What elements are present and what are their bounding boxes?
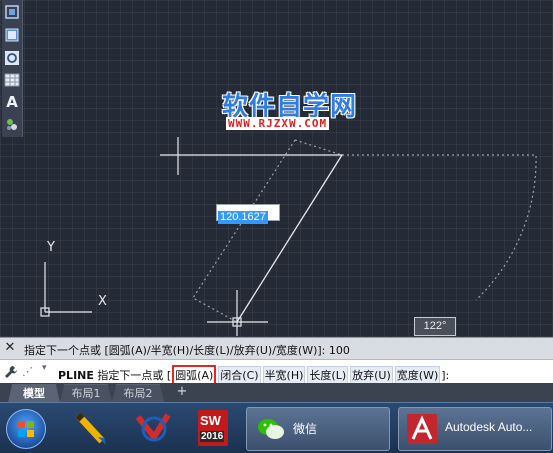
option-close[interactable]: 闭合(C) <box>218 366 261 384</box>
dynamic-input-field[interactable]: 120.1627 <box>216 204 280 224</box>
taskbar: SW 2016 微信 Autodesk Auto... <box>0 402 553 453</box>
command-line-text: PLINE 指定下一点或 [圆弧(A) 闭合(C) 半宽(H) 长度(L) 放弃(U) 宽… <box>58 365 449 385</box>
add-layout-button[interactable]: + <box>174 385 190 399</box>
tab-layout1[interactable]: 布局1 <box>60 384 112 403</box>
solidworks-icon[interactable]: SW 2016 <box>190 407 236 449</box>
table-icon[interactable] <box>4 72 20 88</box>
wechat-icon <box>258 419 284 439</box>
drawing-canvas[interactable]: Y X A 软件自学网 WWW.RJZXW.COM 120.1627 122° <box>0 0 553 337</box>
option-width[interactable]: 宽度(W) <box>394 366 441 384</box>
layer-icon[interactable] <box>4 116 20 132</box>
command-prompt: 指定下一点或 <box>97 369 164 382</box>
tab-layout2[interactable]: 布局2 <box>112 384 164 403</box>
chevron-down-icon[interactable]: ▾ <box>42 363 47 373</box>
cursor-crosshair <box>207 290 268 336</box>
command-line[interactable]: ⋰ ▾ PLINE 指定下一点或 [圆弧(A) 闭合(C) 半宽(H) 长度(L) 放弃… <box>0 359 553 385</box>
option-undo[interactable]: 放弃(U) <box>350 366 393 384</box>
dynamic-input-value: 120.1627 <box>218 211 268 224</box>
polyline <box>200 154 344 323</box>
arc-preview <box>342 154 537 301</box>
tab-model[interactable]: 模型 <box>8 384 60 403</box>
wechat-taskbar-button[interactable]: 微信 <box>246 407 390 451</box>
wrench-icon[interactable] <box>4 365 18 379</box>
windows-logo-icon <box>18 421 34 437</box>
visual-studio-icon[interactable] <box>130 407 176 449</box>
construction-outline <box>192 139 343 323</box>
window-select-icon[interactable] <box>4 27 20 43</box>
start-button[interactable] <box>6 409 46 449</box>
option-halfwidth[interactable]: 半宽(H) <box>262 366 306 384</box>
command-name: PLINE <box>58 369 94 382</box>
left-toolstrip: A <box>2 0 23 137</box>
autocad-taskbar-button[interactable]: Autodesk Auto... <box>398 407 552 451</box>
wechat-label: 微信 <box>293 422 318 436</box>
layout-tabs: 模型 布局1 布局2 + <box>0 383 553 403</box>
option-length[interactable]: 长度(L) <box>307 366 349 384</box>
crosshair-start <box>160 137 200 175</box>
autocad-icon <box>407 414 437 444</box>
autocad-label: Autodesk Auto... <box>445 420 533 434</box>
solidworks-version: 2016 <box>200 431 225 442</box>
text-tool-icon[interactable]: A <box>4 94 20 110</box>
option-arc[interactable]: 圆弧(A) <box>172 365 217 385</box>
command-history-text: 指定下一个点或 [圆弧(A)/半宽(H)/长度(L)/放弃(U)/宽度(W)]:… <box>24 344 350 357</box>
command-history: ✕ 指定下一个点或 [圆弧(A)/半宽(H)/长度(L)/放弃(U)/宽度(W)… <box>0 337 553 360</box>
solidworks-badge: SW <box>200 413 221 428</box>
ucs-y-label: Y <box>47 240 55 255</box>
bracket-close: ]: <box>441 369 450 382</box>
bracket-open: [ <box>166 369 172 382</box>
watermark-url: WWW.RJZXW.COM <box>226 117 330 130</box>
pencil-app-icon[interactable] <box>68 407 114 449</box>
command-prompt-icon: ⋰ <box>22 365 33 378</box>
ucs-x-label: X <box>98 294 107 309</box>
angle-tooltip: 122° <box>414 317 456 336</box>
region-select-icon[interactable] <box>4 4 20 20</box>
circle-tool-icon[interactable] <box>4 50 20 66</box>
ucs-icon <box>40 262 92 317</box>
drawing-geometry <box>40 137 537 336</box>
close-icon[interactable]: ✕ <box>4 341 16 354</box>
